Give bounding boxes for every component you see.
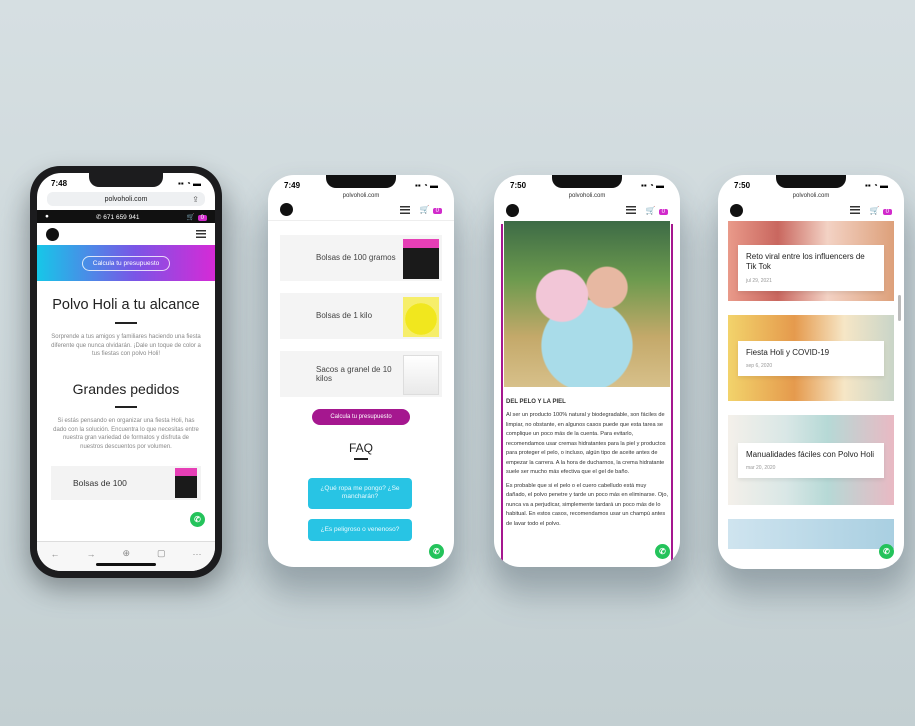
product-image — [403, 239, 439, 279]
product-name: Sacos a granel de 10 kilos — [316, 364, 392, 383]
tabs-icon[interactable]: ▢ — [157, 548, 166, 559]
post-date: mar 20, 2020 — [746, 465, 776, 472]
cart-icon[interactable]: 🛒 0 — [187, 213, 207, 221]
phone-blog-list: 7:50 ▪▪ ◔ ▬ polvoholi.com 🛒 0 Reto viral … — [718, 175, 904, 569]
status-icons: ▪▪ ◔ ▬ — [178, 179, 201, 188]
user-icon[interactable]: ● — [45, 213, 49, 220]
post-title: Fiesta Holi y COVID-19 — [746, 348, 830, 357]
whatsapp-icon[interactable]: ✆ — [655, 544, 670, 559]
status-icons: ▪▪ ◔ ▬ — [415, 181, 438, 190]
blog-post[interactable]: Manualidades fáciles con Polvo Holi mar … — [728, 415, 894, 505]
calculate-quote-button[interactable]: Calcula tu presupuesto — [312, 409, 410, 425]
browser-nav-bar: ← → ⊕ ▢ ··· — [37, 541, 215, 571]
more-icon[interactable]: ··· — [192, 549, 201, 559]
product-name: Bolsas de 1 kilo — [316, 311, 373, 321]
url-text: polvoholi.com — [104, 195, 148, 203]
site-logo[interactable] — [280, 203, 293, 216]
page-title: Polvo Holi a tu alcance — [52, 297, 200, 313]
site-header — [37, 223, 215, 245]
post-date: sep 6, 2020 — [746, 363, 773, 370]
phone-blog-article: 7:50 ▪▪ ◔ ▬ polvoholi.com 🛒 0 DEL PELO Y … — [494, 175, 680, 567]
blog-post[interactable]: Reto viral entre los influencers de Tik … — [728, 221, 894, 301]
section-text: Si estás pensando en organizar una fiest… — [53, 418, 199, 451]
site-header: 🛒 0 — [718, 199, 904, 221]
site-header: 🛒 0 — [494, 199, 680, 221]
browser-url-bar[interactable]: polvoholi.com ⇪ — [47, 192, 205, 206]
new-tab-icon[interactable]: ⊕ — [122, 548, 130, 559]
post-card[interactable]: Fiesta Holi y COVID-19 sep 6, 2020 — [738, 341, 884, 377]
faq-question[interactable]: ¿Qué ropa me pongo? ¿Se mancharán? — [308, 478, 412, 509]
status-time: 7:48 — [51, 179, 68, 188]
blog-post[interactable]: Fiesta Holi y COVID-19 sep 6, 2020 — [728, 315, 894, 401]
hamburger-menu-icon[interactable] — [399, 205, 410, 214]
divider — [115, 406, 137, 409]
post-image — [728, 519, 894, 549]
product-name: Bolsas de 100 gramos — [316, 253, 396, 263]
site-logo[interactable] — [730, 203, 743, 217]
share-icon[interactable]: ⇪ — [192, 195, 199, 204]
site-logo[interactable] — [506, 203, 519, 217]
product-bag-image — [175, 467, 197, 498]
site-logo[interactable] — [46, 227, 59, 241]
status-time: 7:50 — [510, 181, 527, 190]
post-card[interactable]: Manualidades fáciles con Polvo Holi mar … — [738, 443, 884, 479]
article-body: DEL PELO Y LA PIEL Al ser un producto 10… — [494, 387, 680, 535]
status-icons: ▪▪ ◔ ▬ — [641, 181, 664, 190]
calculate-quote-button[interactable]: Calcula tu presupuesto — [81, 255, 171, 271]
product-card[interactable]: Bolsas de 100 — [51, 465, 201, 500]
intro-text: Sorprende a tus amigos y familiares haci… — [51, 334, 201, 358]
cart-icon[interactable]: 🛒 0 — [420, 205, 442, 214]
faq-question[interactable]: ¿Es peligroso o venenoso? — [308, 518, 412, 542]
post-card[interactable]: Reto viral entre los influencers de Tik … — [738, 245, 884, 291]
hamburger-menu-icon[interactable] — [849, 206, 860, 214]
product-item[interactable]: Sacos a granel de 10 kilos — [280, 351, 442, 397]
home-indicator — [96, 563, 156, 566]
cart-icon[interactable]: 🛒 0 — [646, 206, 668, 215]
back-icon[interactable]: ← — [50, 549, 59, 559]
post-title: Manualidades fáciles con Polvo Holi — [746, 450, 875, 459]
article-paragraph: Al ser un producto 100% natural y biodeg… — [506, 412, 666, 476]
hamburger-menu-icon[interactable] — [196, 230, 206, 238]
article-photo — [504, 221, 670, 387]
status-icons: ▪▪ ◔ ▬ — [865, 181, 888, 190]
article-paragraph: Es probable que si el pelo o el cuero ca… — [506, 482, 669, 527]
status-time: 7:50 — [734, 181, 751, 190]
phone-number[interactable]: ✆ 671 659 941 — [96, 213, 139, 221]
product-image — [403, 355, 439, 395]
post-date: jul 29, 2021 — [746, 277, 772, 284]
phone-products-page: 7:49 ▪▪ ◔ ▬ polvoholi.com 🛒 0 Bolsas de 1… — [268, 175, 454, 567]
blog-post[interactable] — [728, 519, 894, 549]
faq-title: FAQ — [348, 441, 373, 455]
cart-badge: 0 — [197, 214, 207, 221]
hamburger-menu-icon[interactable] — [625, 206, 636, 214]
site-header: 🛒 0 — [268, 199, 454, 221]
whatsapp-icon[interactable]: ✆ — [879, 544, 894, 559]
product-image — [403, 297, 439, 337]
article-heading: DEL PELO Y LA PIEL — [506, 399, 566, 405]
scrollbar[interactable] — [898, 295, 901, 321]
product-name: Bolsas de 100 — [73, 477, 127, 488]
forward-icon[interactable]: → — [86, 549, 95, 559]
product-item[interactable]: Bolsas de 100 gramos — [280, 235, 442, 281]
product-item[interactable]: Bolsas de 1 kilo — [280, 293, 442, 339]
phone-home-page: 7:48 ▪▪ ◔ ▬ polvoholi.com ⇪ ● ✆ 671 659 … — [30, 166, 222, 578]
top-contact-strip: ● ✆ 671 659 941 🛒 0 — [37, 210, 215, 223]
divider — [115, 322, 137, 324]
whatsapp-icon[interactable]: ✆ — [190, 512, 205, 527]
hero-banner: Calcula tu presupuesto — [37, 245, 215, 281]
cart-icon[interactable]: 🛒 0 — [870, 206, 892, 215]
post-title: Reto viral entre los influencers de Tik … — [746, 252, 865, 272]
status-time: 7:49 — [284, 181, 301, 190]
section-title: Grandes pedidos — [72, 381, 180, 398]
whatsapp-icon[interactable]: ✆ — [429, 544, 444, 559]
